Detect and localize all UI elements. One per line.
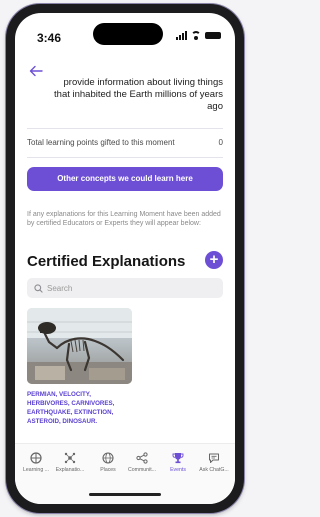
- add-explanation-button[interactable]: +: [205, 251, 223, 269]
- search-icon: [34, 283, 43, 293]
- tab-learning[interactable]: Learning ...: [19, 452, 53, 473]
- dynamic-island: [93, 23, 163, 45]
- tab-label: Events: [170, 467, 186, 473]
- explanations-icon: [64, 452, 76, 464]
- explanation-tags: PERMIAN, VELOCITY, HERBIVORES, CARNIVORE…: [27, 391, 115, 425]
- phone-frame: 3:46 provide information about living th…: [6, 4, 244, 513]
- points-label: Total learning points gifted to this mom…: [27, 138, 175, 147]
- trophy-icon: [172, 453, 184, 464]
- back-arrow-icon[interactable]: [28, 63, 44, 79]
- battery-icon: [205, 32, 221, 39]
- search-input[interactable]: [47, 283, 207, 293]
- chat-icon: [209, 453, 219, 463]
- tab-community[interactable]: Communit...: [125, 452, 159, 473]
- points-value: 0: [218, 138, 223, 147]
- explanations-info-text: If any explanations for this Learning Mo…: [27, 211, 221, 227]
- tab-places[interactable]: Places: [91, 452, 125, 473]
- share-icon: [136, 452, 148, 464]
- learning-points-row: Total learning points gifted to this mom…: [27, 138, 223, 147]
- search-bar[interactable]: [27, 278, 223, 298]
- learning-icon: [30, 452, 42, 464]
- signal-icon: [176, 31, 187, 40]
- tab-label: Ask ChatG...: [199, 467, 229, 473]
- tab-label: Places: [100, 467, 116, 473]
- tab-label: Learning ...: [23, 467, 49, 473]
- section-title: Certified Explanations: [27, 253, 186, 270]
- dinosaur-skeleton-image: [27, 308, 132, 384]
- home-indicator: [89, 493, 161, 496]
- wifi-icon: [191, 31, 201, 40]
- divider: [27, 128, 223, 129]
- globe-icon: [102, 452, 114, 464]
- tab-label: Explanatio...: [55, 467, 85, 473]
- divider: [27, 157, 223, 158]
- status-time: 3:46: [37, 31, 62, 45]
- tab-label: Communit...: [128, 467, 156, 473]
- tab-events[interactable]: Events: [161, 452, 195, 473]
- status-bar: 3:46: [15, 13, 235, 57]
- other-concepts-button[interactable]: Other concepts we could learn here: [27, 167, 223, 191]
- app-screen: 3:46 provide information about living th…: [15, 13, 235, 504]
- tab-ask-chatgpt[interactable]: Ask ChatG...: [197, 452, 231, 473]
- moment-intro-text: provide information about living things …: [54, 77, 223, 112]
- status-icons: [176, 31, 221, 40]
- tab-explanations[interactable]: Explanatio...: [53, 452, 87, 473]
- explanation-card[interactable]: PERMIAN, VELOCITY, HERBIVORES, CARNIVORE…: [27, 308, 132, 426]
